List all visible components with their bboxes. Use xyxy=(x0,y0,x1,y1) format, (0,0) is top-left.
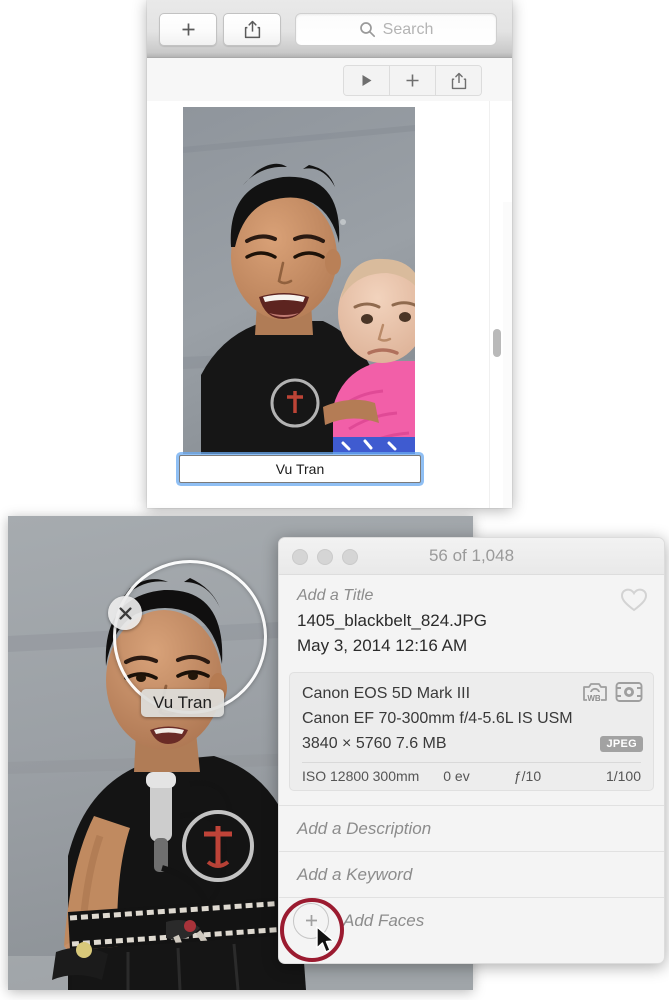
scrollbar-thumb[interactable] xyxy=(493,329,501,357)
play-icon xyxy=(362,75,372,86)
camera-white-balance-icon: WB xyxy=(583,683,607,703)
filename-text: 1405_blackbelt_824.JPG xyxy=(297,611,487,630)
shutter-speed-value: 1/100 xyxy=(605,768,641,784)
screenshot-root: Search Vu Tran Vu Tran 56 of 1,048 Add a… xyxy=(0,0,669,1000)
remove-face-button[interactable] xyxy=(108,596,142,630)
add-button[interactable] xyxy=(159,13,217,46)
divider xyxy=(302,762,641,763)
photo-thumbnail[interactable] xyxy=(183,107,415,454)
exif-card: WB Canon EOS 5D Mark III Canon EF 70-300… xyxy=(289,672,654,791)
secondary-toolbar xyxy=(147,58,512,102)
share-icon xyxy=(244,20,260,39)
photo-detail-area: Vu Tran xyxy=(147,101,512,508)
info-inspector-panel: 56 of 1,048 Add a Title 1405_blackbelt_8… xyxy=(278,537,665,964)
focal-length-value: 300mm xyxy=(372,768,420,784)
slideshow-play-button[interactable] xyxy=(344,66,390,95)
info-header: Add a Title 1405_blackbelt_824.JPG May 3… xyxy=(279,575,664,668)
vertical-scrollbar[interactable] xyxy=(489,101,503,508)
search-placeholder-text: Search xyxy=(382,20,434,38)
title-input[interactable]: Add a Title xyxy=(297,583,646,608)
window-toolbar: Search xyxy=(147,0,512,58)
lens-model: Canon EF 70-300mm f/4-5.6L IS USM xyxy=(302,710,573,727)
info-panel-titlebar: 56 of 1,048 xyxy=(279,538,664,575)
window-right-gutter xyxy=(502,202,512,508)
plus-icon xyxy=(406,74,419,87)
photo-counter: 56 of 1,048 xyxy=(428,546,515,565)
photos-grid-window: Search Vu Tran xyxy=(147,0,512,508)
face-name-input[interactable]: Vu Tran xyxy=(179,455,421,483)
cursor-icon xyxy=(316,926,335,953)
search-icon xyxy=(359,22,375,38)
favorite-button[interactable] xyxy=(620,587,648,618)
exif-icon-group: WB xyxy=(582,681,643,703)
dimensions-and-size: 3840 × 5760 7.6 MB xyxy=(302,735,447,752)
face-name-label[interactable]: Vu Tran xyxy=(141,689,224,717)
aperture-value: ƒ/10 xyxy=(513,768,542,784)
add-faces-label: Add Faces xyxy=(343,910,425,930)
keyword-input[interactable]: Add a Keyword xyxy=(279,851,664,897)
exposure-compensation-value: 0 ev xyxy=(443,768,470,784)
svg-text:WB: WB xyxy=(587,694,601,703)
metering-mode-icon xyxy=(615,682,643,702)
iso-value: ISO 12800 xyxy=(302,768,369,784)
segmented-control xyxy=(343,65,482,96)
description-input[interactable]: Add a Description xyxy=(279,805,664,851)
close-icon xyxy=(118,606,132,620)
share-button-secondary[interactable] xyxy=(436,66,481,95)
face-name-value: Vu Tran xyxy=(275,461,325,477)
format-badge: JPEG xyxy=(600,736,643,752)
date-text: May 3, 2014 12:16 AM xyxy=(297,636,468,655)
search-input[interactable]: Search xyxy=(295,13,497,46)
heart-icon xyxy=(620,588,648,612)
photo-image xyxy=(183,107,415,454)
plus-icon xyxy=(182,23,194,36)
share-icon xyxy=(451,72,466,89)
add-to-album-button[interactable] xyxy=(390,66,436,95)
exif-stats-row: ISO 12800 300mm 0 ev ƒ/10 1/100 xyxy=(302,768,641,784)
share-button[interactable] xyxy=(223,13,281,46)
mouse-cursor xyxy=(315,926,337,961)
